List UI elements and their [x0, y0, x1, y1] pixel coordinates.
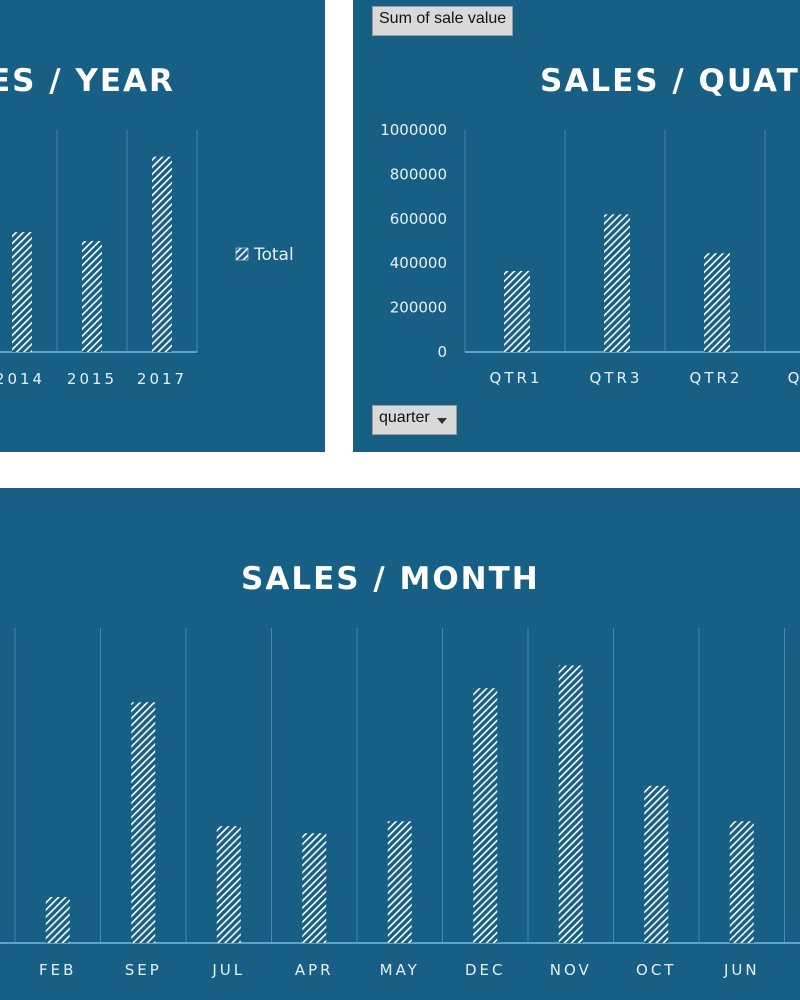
x-axis-tick-labels: QTR1 QTR3 QTR2 Q — [490, 369, 800, 387]
sales-per-year-chart: ES / YEAR 2014 2015 2017 Total — [0, 63, 294, 388]
bar — [82, 241, 102, 352]
x-tick-label: 2015 — [67, 370, 117, 388]
legend: Total — [235, 245, 294, 265]
bar — [131, 702, 156, 943]
x-tick-label: SEP — [125, 961, 162, 979]
sales-per-month-chart-panel: SALES / MONTH FEB SEP JUL APR MAY DEC NOV OCT JU… — [0, 488, 800, 1000]
bar — [729, 821, 754, 943]
x-tick-label: MAY — [380, 961, 420, 979]
bar — [152, 156, 172, 352]
x-tick-label: NOV — [550, 961, 592, 979]
x-tick-label: Q — [788, 369, 800, 387]
x-axis-tick-labels: 2014 2015 2017 — [0, 370, 187, 388]
x-tick-label: APR — [295, 961, 334, 979]
quarter-filter-label: quarter — [379, 409, 430, 426]
bar — [45, 896, 70, 943]
chart-title: ES / YEAR — [0, 63, 175, 99]
bar — [558, 665, 583, 943]
x-tick-label: JUL — [211, 961, 245, 979]
x-tick-label: JUN — [723, 961, 760, 979]
bar — [387, 821, 412, 943]
chart-title: SALES / QUATER — [540, 63, 800, 99]
sales-per-quarter-chart-panel: Sum of sale value SALES / QUATER 0200000… — [353, 0, 800, 452]
sales-per-month-chart: SALES / MONTH FEB SEP JUL APR MAY DEC NOV OCT JU… — [0, 561, 800, 979]
bar — [604, 214, 630, 352]
bar-series — [45, 665, 754, 943]
y-tick-label: 200000 — [390, 299, 447, 317]
y-tick-label: 400000 — [390, 254, 447, 272]
bar-series — [12, 156, 172, 352]
legend-swatch — [235, 247, 249, 261]
x-tick-label: FEB — [39, 961, 76, 979]
bar-series — [504, 214, 730, 352]
x-tick-label: QTR1 — [490, 369, 543, 387]
bar — [473, 688, 498, 943]
chart-title: SALES / MONTH — [241, 561, 540, 597]
legend-label: Total — [253, 245, 294, 265]
dropdown-arrow-icon — [436, 418, 447, 424]
x-tick-label: DEC — [465, 961, 506, 979]
quarter-filter-dropdown[interactable]: quarter — [372, 405, 457, 435]
bar — [216, 826, 241, 943]
y-tick-label: 0 — [437, 343, 447, 361]
y-tick-label: 800000 — [390, 165, 447, 183]
bar — [704, 253, 730, 352]
x-tick-label: 2014 — [0, 370, 45, 388]
bar — [302, 833, 327, 943]
sales-per-quarter-chart: SALES / QUATER 0 200000 400000 600000 800000… — [380, 63, 800, 387]
y-axis-tick-labels: 0 200000 400000 600000 800000 1000000 — [380, 121, 447, 361]
x-tick-label: OCT — [636, 961, 676, 979]
y-tick-label: 600000 — [390, 210, 447, 228]
x-tick-label: QTR3 — [590, 369, 643, 387]
bar — [12, 232, 32, 352]
y-tick-label: 1000000 — [380, 121, 447, 139]
x-tick-label: 2017 — [137, 370, 187, 388]
bar — [504, 270, 530, 352]
bar — [644, 785, 669, 943]
sales-per-year-chart-panel: ES / YEAR 2014 2015 2017 Total — [0, 0, 325, 452]
x-tick-label: QTR2 — [690, 369, 743, 387]
x-axis-tick-labels: FEB SEP JUL APR MAY DEC NOV OCT JUN — [39, 961, 760, 979]
